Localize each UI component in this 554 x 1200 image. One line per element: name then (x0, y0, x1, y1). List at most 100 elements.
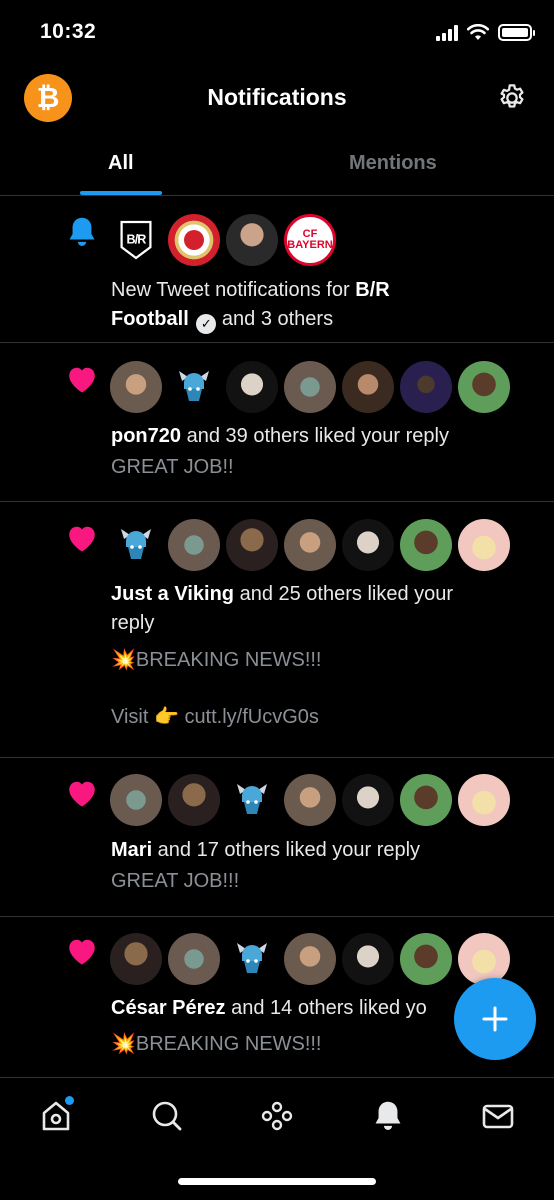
avatar[interactable]: B/R (110, 214, 162, 266)
heart-icon (69, 526, 95, 552)
avatar[interactable] (110, 774, 162, 826)
avatar[interactable] (226, 774, 278, 826)
action-text: and 17 others liked your reply (152, 839, 421, 861)
avatar-group (110, 933, 510, 985)
notification-item[interactable]: Just a Viking and 25 others liked your r… (0, 502, 554, 758)
unread-indicator (65, 1096, 74, 1105)
notification-text: pon720 and 39 others liked your reply (111, 422, 524, 451)
reply-preview-link[interactable]: Visit 👉 cutt.ly/fUcvG0s (111, 703, 319, 732)
action-text: and 14 others liked yo (225, 997, 427, 1019)
account-name[interactable]: B/R (355, 279, 389, 301)
avatar[interactable] (226, 933, 278, 985)
avatar[interactable] (342, 519, 394, 571)
avatar[interactable] (458, 933, 510, 985)
viking-icon (179, 371, 209, 401)
home-indicator[interactable] (178, 1178, 376, 1185)
notification-tabs: All Mentions (0, 130, 554, 196)
avatar[interactable] (168, 774, 220, 826)
avatar[interactable] (342, 774, 394, 826)
avatar[interactable] (110, 519, 162, 571)
viking-icon (121, 529, 151, 559)
avatar[interactable] (400, 774, 452, 826)
avatar[interactable] (168, 933, 220, 985)
avatar[interactable] (342, 361, 394, 413)
avatar[interactable] (400, 933, 452, 985)
avatar[interactable] (226, 519, 278, 571)
bayern-logo-text: CF BAYERN (287, 228, 333, 251)
verified-icon: ✓ (196, 314, 217, 334)
avatar-group: B/R CF BAYERN (110, 214, 336, 266)
avatar[interactable] (458, 361, 510, 413)
heart-icon (69, 781, 95, 807)
br-logo-text: B/R (127, 233, 147, 247)
nav-spaces[interactable] (259, 1098, 295, 1134)
notification-item[interactable]: Mari and 17 others liked your reply GREA… (0, 758, 554, 917)
notification-item[interactable]: pon720 and 39 others liked your reply GR… (0, 343, 554, 502)
actor-name[interactable]: pon720 (111, 425, 181, 447)
avatar[interactable] (284, 361, 336, 413)
tab-active-indicator (80, 191, 162, 195)
notification-text: New Tweet notifications for B/R Football… (111, 276, 524, 334)
wifi-icon (467, 24, 489, 40)
avatar[interactable] (226, 214, 278, 266)
nav-messages[interactable] (480, 1098, 516, 1134)
reply-preview: GREAT JOB!! (111, 456, 234, 478)
avatar-group (110, 361, 510, 413)
reply-preview: 💥BREAKING NEWS!!! (111, 649, 322, 671)
actor-name[interactable]: César Pérez (111, 997, 226, 1019)
avatar[interactable] (400, 519, 452, 571)
bell-icon (69, 217, 95, 246)
nav-notifications[interactable] (370, 1098, 406, 1134)
reply-preview: 💥BREAKING NEWS!!! (111, 1033, 322, 1055)
status-bar: 10:32 (0, 0, 554, 64)
tab-all[interactable]: All (108, 152, 134, 175)
battery-icon (498, 24, 535, 41)
avatar[interactable] (284, 933, 336, 985)
notification-text: Just a Viking and 25 others liked your r… (111, 580, 524, 638)
viking-icon (237, 784, 267, 814)
avatar[interactable] (284, 519, 336, 571)
avatar[interactable] (342, 933, 394, 985)
actor-name[interactable]: Just a Viking (111, 583, 234, 605)
cellular-signal-icon (436, 24, 458, 41)
compose-tweet-button[interactable] (454, 978, 536, 1060)
heart-icon (69, 939, 95, 965)
avatar[interactable]: CF BAYERN (284, 214, 336, 266)
top-app-bar: ₿ Notifications (0, 64, 554, 130)
avatar[interactable] (168, 214, 220, 266)
actor-name[interactable]: Mari (111, 839, 152, 861)
avatar[interactable] (168, 519, 220, 571)
search-icon (152, 1101, 182, 1131)
avatar-group (110, 774, 510, 826)
viking-icon (237, 943, 267, 973)
avatar[interactable] (458, 774, 510, 826)
nav-home[interactable] (38, 1096, 74, 1134)
compose-icon (482, 1006, 508, 1032)
status-time: 10:32 (40, 20, 97, 43)
avatar[interactable] (400, 361, 452, 413)
heart-icon (69, 367, 95, 393)
account-name[interactable]: Football (111, 308, 189, 330)
action-text: and 25 others liked your (234, 583, 454, 605)
avatar[interactable] (168, 361, 220, 413)
spaces-icon (261, 1101, 293, 1131)
nav-search[interactable] (149, 1098, 185, 1134)
avatar[interactable] (284, 774, 336, 826)
avatar[interactable] (226, 361, 278, 413)
text-suffix: and 3 others (221, 308, 334, 330)
notification-text: Mari and 17 others liked your reply (111, 836, 524, 865)
notifications-icon (375, 1101, 401, 1130)
avatar[interactable] (458, 519, 510, 571)
action-text: and 39 others liked your reply (181, 425, 449, 447)
page-title: Notifications (207, 84, 347, 110)
messages-icon (482, 1104, 514, 1129)
tab-mentions[interactable]: Mentions (349, 152, 437, 175)
text-prefix: New Tweet notifications for (111, 279, 356, 301)
avatar[interactable] (110, 361, 162, 413)
gear-icon[interactable] (496, 82, 528, 114)
notification-item[interactable]: B/R CF BAYERN New Tweet notifications fo… (0, 196, 554, 343)
status-icons (436, 24, 535, 41)
avatar-group (110, 519, 510, 571)
avatar[interactable] (110, 933, 162, 985)
action-text: reply (111, 612, 155, 634)
